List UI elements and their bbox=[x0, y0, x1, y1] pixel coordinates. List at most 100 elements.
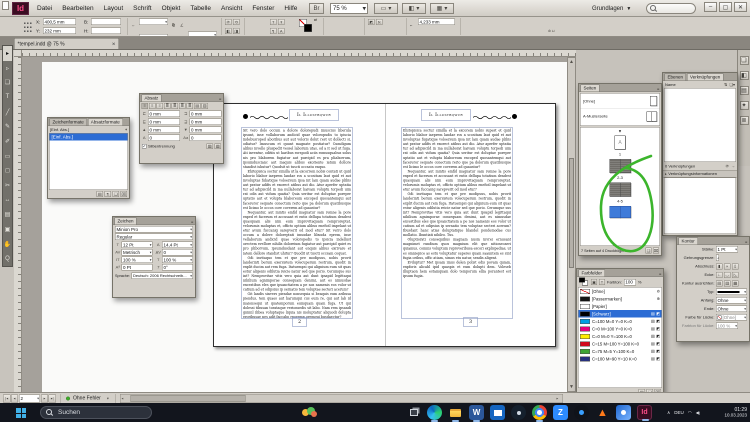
dock-panel-icon[interactable]: ❏ bbox=[740, 56, 749, 65]
panel-menu-icon[interactable]: ≡ bbox=[191, 220, 193, 225]
volume-icon[interactable]: ◀) bbox=[696, 410, 700, 415]
master-item-a[interactable]: A-Musterseite bbox=[581, 109, 660, 124]
shading-button[interactable]: ▧ bbox=[207, 143, 214, 149]
line-tool[interactable]: ╱ bbox=[2, 105, 13, 120]
scroll-up-icon[interactable]: ▲ bbox=[569, 59, 574, 65]
menu-ansicht[interactable]: Ansicht bbox=[216, 0, 247, 17]
tab-ebenen[interactable]: Ebenen bbox=[665, 74, 687, 81]
dock-panel-icon[interactable]: ◧ bbox=[740, 71, 749, 80]
tab-zeichen[interactable]: Zeichen bbox=[115, 218, 137, 225]
align-center-button[interactable]: ≡ bbox=[149, 103, 156, 109]
character-formatting-icon[interactable]: T bbox=[270, 19, 277, 25]
kerning-field[interactable]: Metrisch bbox=[122, 249, 153, 256]
swatch-row[interactable]: C=100 M=0 Y=0 K=0▤◩ bbox=[579, 318, 662, 326]
scale-x-field[interactable] bbox=[139, 19, 168, 26]
first-page-button[interactable]: |◂ bbox=[3, 395, 11, 403]
app-window-icon[interactable] bbox=[2, 1, 9, 10]
horizontal-scroll-thumb[interactable] bbox=[131, 395, 246, 402]
stroke-type-field[interactable] bbox=[716, 289, 747, 296]
taskbar-search[interactable]: Suchen bbox=[40, 406, 152, 419]
drop-shadow-button[interactable]: ◩ bbox=[368, 19, 375, 25]
tab-close-icon[interactable]: ✕ bbox=[112, 42, 116, 48]
hand-tool[interactable]: ✋ bbox=[2, 237, 13, 252]
pen-tool[interactable]: ✎ bbox=[2, 119, 13, 134]
delete-style-button[interactable]: ⌧ bbox=[121, 191, 128, 197]
border-button[interactable]: ▨ bbox=[215, 143, 222, 149]
word-icon[interactable]: W bbox=[469, 405, 484, 420]
view-options-button[interactable]: ▭▾ bbox=[374, 3, 398, 14]
left-indent-field[interactable]: 0 mm bbox=[148, 111, 180, 118]
tab-absatzformate[interactable]: Absatzformate bbox=[88, 119, 123, 126]
tab-kontur[interactable]: Kontur bbox=[679, 238, 698, 245]
tab-absatz[interactable]: Absatz bbox=[142, 95, 162, 102]
page-tool[interactable]: ❏ bbox=[2, 75, 13, 90]
document-tab[interactable]: *tempel.indd @ 75 % ✕ bbox=[14, 38, 119, 50]
font-size-field[interactable]: 12 Pt bbox=[122, 242, 153, 249]
corner-radius-field[interactable]: 4,233 mm bbox=[418, 19, 455, 26]
sort-icon[interactable]: ⇅ bbox=[724, 82, 727, 87]
selection-tool[interactable]: ▸ bbox=[3, 46, 12, 61]
panel-menu-icon[interactable]: ≡ bbox=[659, 272, 661, 277]
edge-icon[interactable] bbox=[427, 405, 442, 420]
tray-language[interactable]: DEU bbox=[674, 410, 684, 415]
stroke-start-select[interactable]: Ohne bbox=[716, 297, 747, 304]
tab-seiten[interactable]: Seiten bbox=[581, 85, 600, 92]
space-after-field[interactable]: 0 mm bbox=[190, 127, 222, 134]
next-page-button[interactable]: ▸ bbox=[41, 395, 48, 403]
text-frame-left[interactable]: Sit vero dolo occum a dolore dolorepudi … bbox=[241, 127, 353, 319]
tint-field[interactable]: 100 bbox=[624, 279, 636, 286]
vertical-scale-field[interactable]: 100 % bbox=[122, 257, 153, 264]
page-number-left[interactable]: 2 bbox=[292, 317, 307, 327]
swatch-row-schwarz[interactable]: [Schwarz]▤◩ bbox=[579, 310, 662, 318]
note-tool[interactable]: ▣ bbox=[2, 222, 13, 237]
relink-icon[interactable]: ⟳ bbox=[726, 164, 729, 169]
text-format-button[interactable]: T bbox=[599, 279, 605, 285]
align-center-button[interactable]: ▤ bbox=[716, 280, 723, 286]
ruler-origin-box[interactable] bbox=[14, 50, 22, 57]
start-button[interactable] bbox=[16, 408, 26, 418]
zoom-tool[interactable]: Q bbox=[2, 251, 13, 266]
tab-farbfelder[interactable]: Farbfelder bbox=[579, 270, 606, 277]
hyphenate-checkbox[interactable]: ✓ bbox=[142, 144, 147, 149]
justify-all-button[interactable]: ≣ bbox=[187, 103, 194, 109]
x-field[interactable]: 400,5 mm bbox=[43, 19, 76, 26]
effects-button[interactable]: fx bbox=[376, 19, 383, 25]
vertical-scrollbar[interactable]: ▲ ▼ bbox=[567, 57, 576, 392]
screen-mode-button[interactable]: ◧▾ bbox=[402, 3, 426, 14]
free-transform-tool[interactable]: ↔ bbox=[2, 193, 13, 208]
language-select[interactable]: Deutsch: 2006 Rechtschreib... bbox=[132, 273, 193, 280]
photos-icon[interactable] bbox=[616, 405, 631, 420]
tab-zeichenformate[interactable]: Zeichenformate bbox=[50, 119, 87, 126]
gap-tint-field[interactable]: 100 % bbox=[716, 323, 738, 330]
swatch-row[interactable]: C=100 M=90 Y=10 K=0▤◩ bbox=[579, 355, 662, 363]
character-rotate-icon[interactable]: Ŧ bbox=[278, 19, 285, 25]
tab-verknuepfungen[interactable]: Verknüpfungen bbox=[687, 74, 723, 81]
running-header-right[interactable]: Il Illustbqwcr bbox=[421, 109, 471, 121]
menu-schrift[interactable]: Schrift bbox=[128, 0, 156, 17]
expand-section-icon[interactable]: ▸ bbox=[665, 172, 667, 176]
preflight-status-text[interactable]: Ohne Fehler bbox=[73, 396, 101, 402]
align-away-spine-button[interactable]: ▥ bbox=[202, 103, 209, 109]
baseline-icon[interactable]: A bbox=[278, 28, 285, 34]
swatch-row-papier[interactable]: [Papier] bbox=[579, 303, 662, 311]
scissors-tool[interactable]: ✂ bbox=[2, 178, 13, 193]
align-towards-spine-button[interactable]: ▤ bbox=[194, 103, 201, 109]
running-header-left[interactable]: Il Illustbqwcr bbox=[289, 109, 339, 121]
page-spread[interactable]: Il Illustbqwcr Sit vero dolo occum a dol… bbox=[213, 103, 556, 347]
menu-layout[interactable]: Layout bbox=[99, 0, 129, 17]
zoom-icon[interactable]: Z bbox=[553, 405, 568, 420]
leading-field[interactable]: 14,4 Pt bbox=[162, 242, 193, 249]
join-miter-button[interactable]: ∟ bbox=[716, 272, 723, 278]
page-number-select[interactable]: 2 bbox=[19, 395, 40, 403]
dropcap-lines-field[interactable]: 0 bbox=[148, 135, 180, 142]
master-item-none[interactable]: [Ohne] bbox=[581, 94, 660, 109]
menu-hilfe[interactable]: Hilfe bbox=[279, 0, 302, 17]
stroke-weight-field[interactable]: 1 Pt bbox=[716, 246, 738, 253]
first-line-indent-field[interactable]: 0 mm bbox=[148, 119, 180, 126]
rotate-ccw-button[interactable]: ⟲ bbox=[233, 19, 240, 25]
flip-vertical-button[interactable]: ◨ bbox=[233, 28, 240, 34]
horizontal-scrollbar[interactable]: ◂ ▸ bbox=[120, 394, 563, 403]
swatch-row[interactable]: C=75 M=5 Y=100 K=0▤◩ bbox=[579, 348, 662, 356]
swap-fill-stroke-icon[interactable]: ⇄ bbox=[314, 18, 317, 22]
indesign-taskbar-icon[interactable]: Id bbox=[637, 405, 652, 420]
